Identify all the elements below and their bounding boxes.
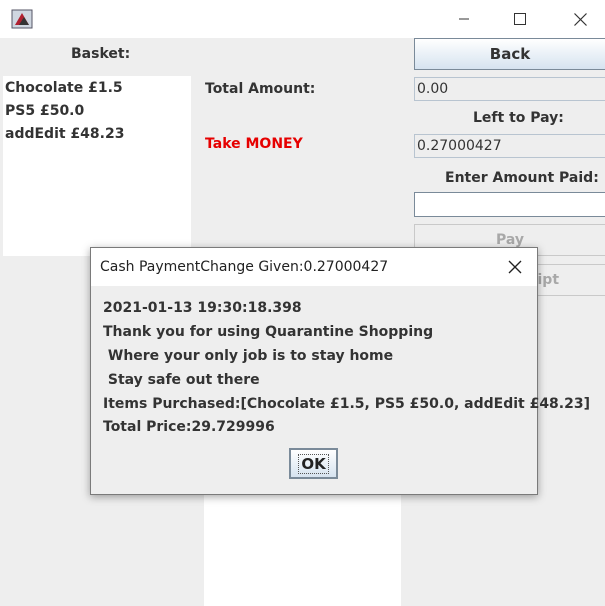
close-icon [573,12,587,26]
dialog-titlebar: Cash PaymentChange Given:0.27000427 [91,248,537,286]
basket-item[interactable]: PS5 £50.0 [5,103,84,119]
dialog-close-button[interactable] [499,252,531,282]
message-line: Thank you for using Quarantine Shopping [103,324,434,340]
basket-label: Basket: [71,46,131,62]
left-to-pay-label: Left to Pay: [473,110,564,126]
ok-button[interactable]: OK [289,448,338,479]
total-price-text: Total Price:29.729996 [103,419,275,435]
take-money-label: Take MONEY [205,136,303,152]
center-panel [204,493,401,606]
items-purchased-text: Items Purchased:[Chocolate £1.5, PS5 £50… [103,396,590,412]
close-button[interactable] [557,0,603,38]
close-icon [508,260,522,274]
message-line: Stay safe out there [103,372,260,388]
total-amount-label: Total Amount: [205,81,316,97]
amount-paid-input[interactable] [414,192,605,217]
java-app-icon [11,9,33,29]
cash-payment-dialog: Cash PaymentChange Given:0.27000427 2021… [90,247,590,495]
timestamp-text: 2021-01-13 19:30:18.398 [103,300,302,316]
back-button[interactable]: Back [414,38,605,70]
left-to-pay-field[interactable]: 0.27000427 [414,134,605,158]
window-titlebar [0,0,605,38]
enter-amount-paid-label: Enter Amount Paid: [445,170,599,186]
maximize-button[interactable] [497,0,543,38]
message-line: Where your only job is to stay home [103,348,394,364]
basket-list[interactable]: Chocolate £1.5 PS5 £50.0 addEdit £48.23 [3,76,191,256]
minimize-button[interactable] [441,0,487,38]
total-amount-field[interactable]: 0.00 [414,77,605,101]
basket-item[interactable]: addEdit £48.23 [5,126,124,142]
ok-button-label: OK [298,453,329,474]
minimize-icon [459,18,469,20]
maximize-icon [514,13,526,25]
dialog-title: Cash PaymentChange Given:0.27000427 [100,259,389,275]
basket-item[interactable]: Chocolate £1.5 [5,80,123,96]
